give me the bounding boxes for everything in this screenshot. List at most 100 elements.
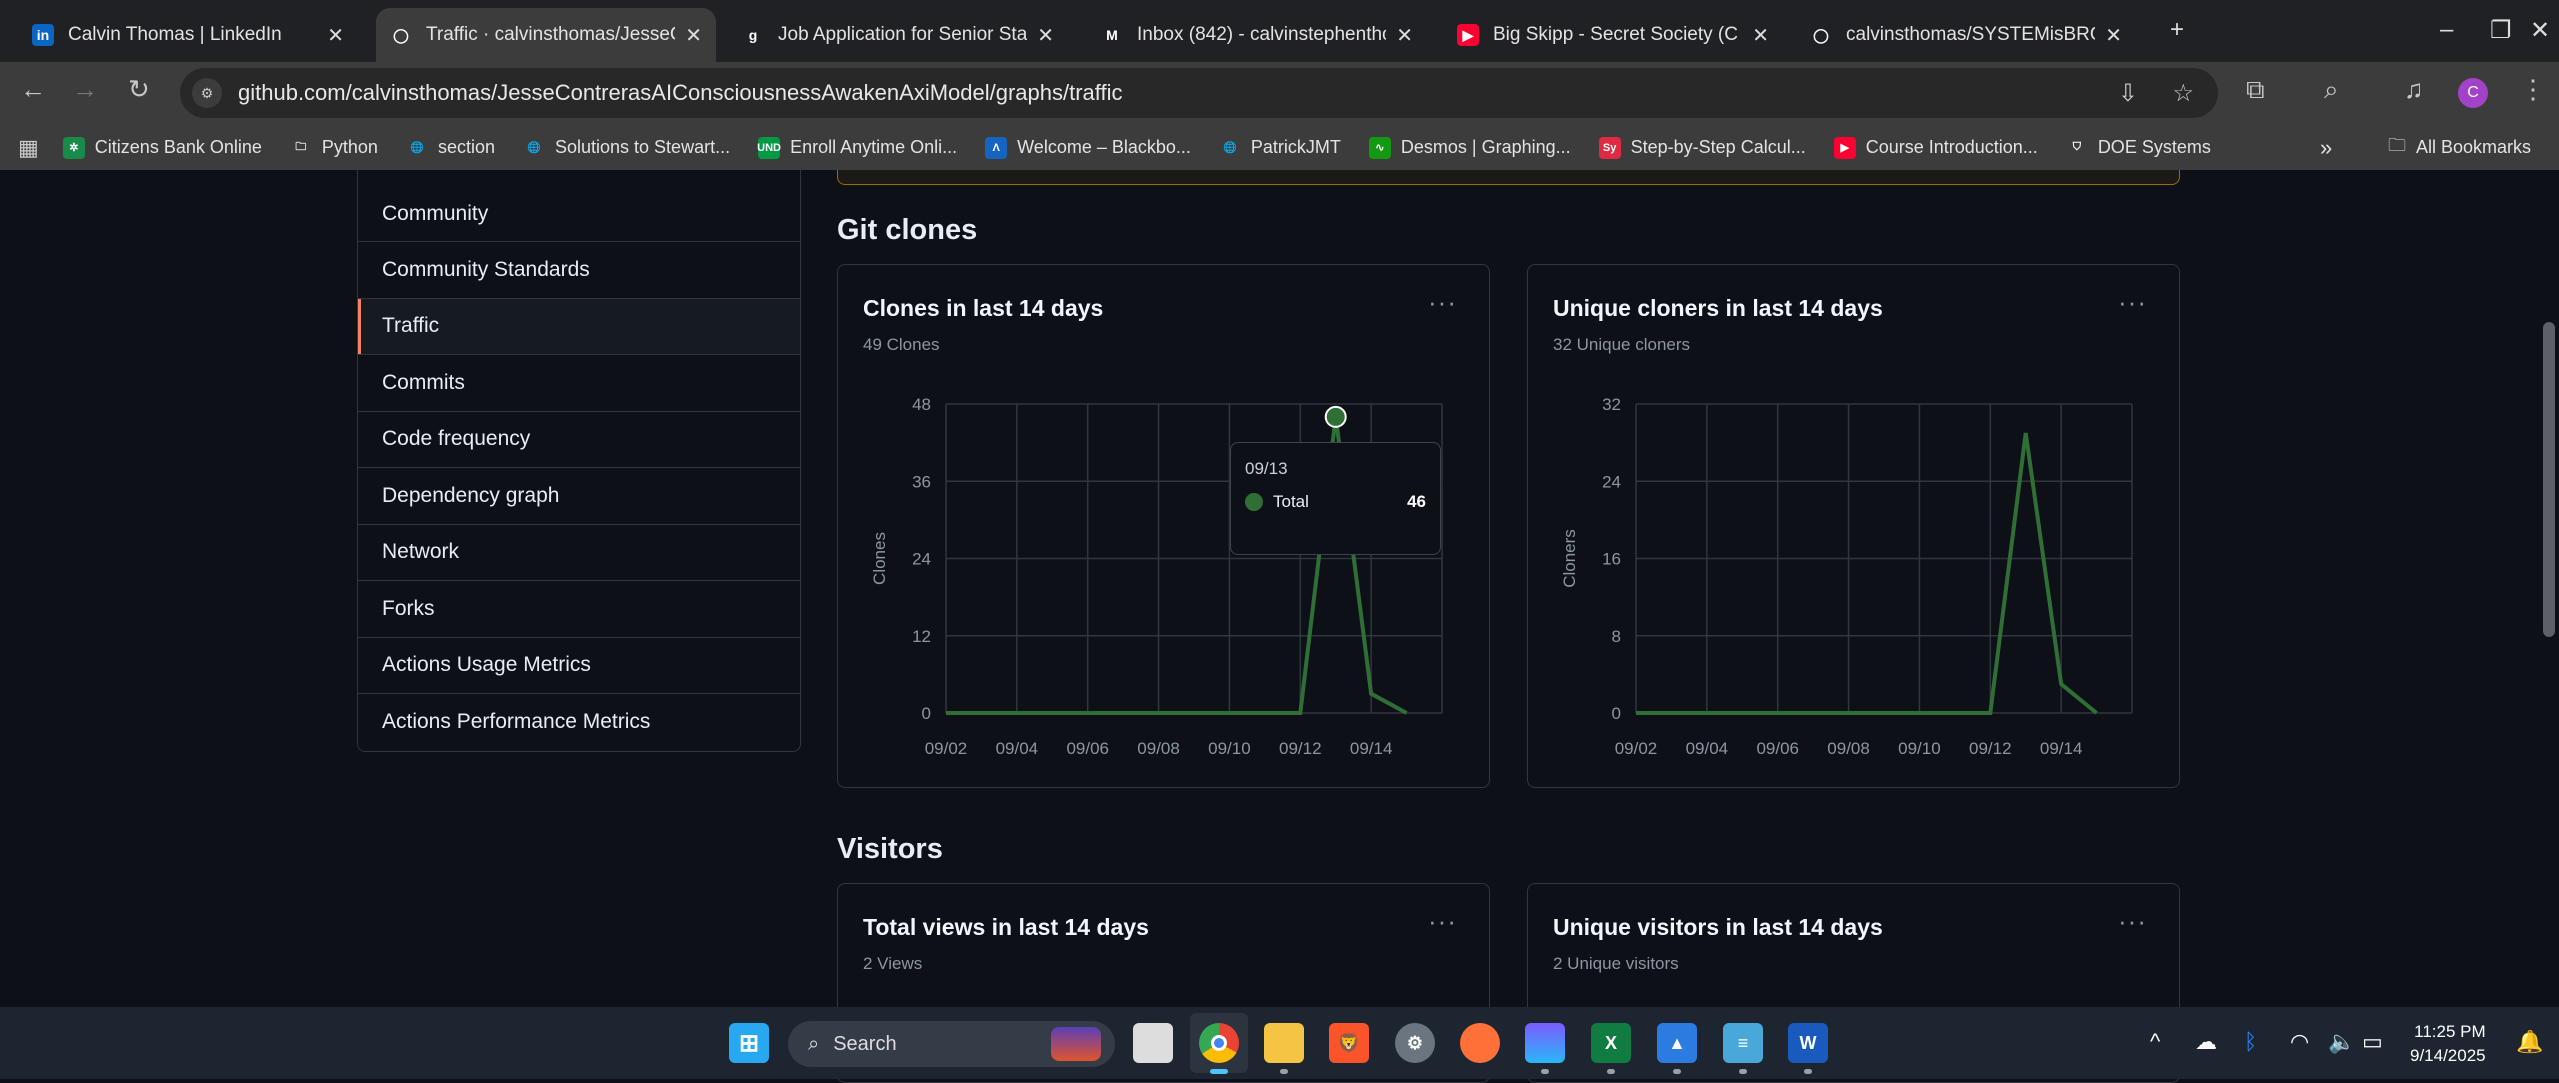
- data-point[interactable]: [1191, 710, 1197, 716]
- close-window-icon[interactable]: ✕: [2530, 16, 2550, 45]
- data-point[interactable]: [1014, 710, 1020, 716]
- data-point[interactable]: [2023, 430, 2029, 436]
- data-point[interactable]: [1156, 710, 1162, 716]
- browser-tab[interactable]: M Inbox (842) - calvinstephenthomas ✕: [1087, 8, 1427, 62]
- bookmark-item[interactable]: Λ Welcome – Blackbo...: [985, 136, 1191, 159]
- browser-tab[interactable]: ◯ calvinsthomas/SYSTEMisBROKEN ✕: [1796, 8, 2136, 62]
- start-windows-icon[interactable]: ⊞: [729, 1023, 769, 1063]
- data-point[interactable]: [1368, 691, 1374, 697]
- forward-icon[interactable]: →: [72, 74, 98, 105]
- reload-icon[interactable]: ↻: [128, 74, 150, 105]
- data-point[interactable]: [1297, 710, 1303, 716]
- bookmark-item[interactable]: 🌐 section: [406, 137, 495, 159]
- bookmark-item[interactable]: 🌐 PatrickJMT: [1219, 137, 1341, 159]
- more-options-icon[interactable]: ···: [2118, 906, 2147, 937]
- data-point[interactable]: [943, 710, 949, 716]
- taskbar-search[interactable]: ⌕ Search: [788, 1021, 1115, 1067]
- site-info-icon[interactable]: ⚙: [192, 78, 222, 108]
- data-point[interactable]: [1810, 710, 1816, 716]
- new-tab-icon[interactable]: +: [2170, 16, 2184, 44]
- profile-avatar[interactable]: C: [2458, 78, 2488, 108]
- data-point[interactable]: [1226, 710, 1232, 716]
- all-bookmarks[interactable]: 🗀 All Bookmarks: [2388, 133, 2531, 163]
- bookmark-item[interactable]: Sy Step-by-Step Calcul...: [1598, 136, 1806, 159]
- bookmark-item[interactable]: ▶ Course Introduction...: [1833, 136, 2038, 159]
- notification-bell-icon[interactable]: 🔔: [2516, 1029, 2543, 1055]
- sidebar-item-forks[interactable]: Forks: [358, 581, 800, 638]
- bookmark-item[interactable]: ✲ Citizens Bank Online: [62, 136, 262, 159]
- apps-grid-icon[interactable]: ▦: [18, 135, 39, 161]
- firefox-icon[interactable]: [1460, 1023, 1500, 1063]
- url-text[interactable]: github.com/calvinsthomas/JesseContrerasA…: [238, 80, 1123, 106]
- scrollbar-thumb[interactable]: [2543, 322, 2555, 637]
- close-tab-icon[interactable]: ✕: [685, 23, 702, 48]
- close-tab-icon[interactable]: ✕: [327, 23, 344, 48]
- data-point[interactable]: [1262, 710, 1268, 716]
- sidebar-item-community[interactable]: Community: [358, 170, 800, 242]
- sidebar-item-actions-performance-metrics[interactable]: Actions Performance Metrics: [358, 694, 800, 751]
- close-tab-icon[interactable]: ✕: [1037, 23, 1054, 48]
- data-point[interactable]: [1324, 405, 1347, 428]
- data-point[interactable]: [1633, 710, 1639, 716]
- bookmark-item[interactable]: UND Enroll Anytime Onli...: [757, 136, 957, 159]
- data-point[interactable]: [2094, 710, 2100, 716]
- data-point[interactable]: [1049, 710, 1055, 716]
- data-point[interactable]: [1846, 710, 1852, 716]
- more-options-icon[interactable]: ···: [1428, 906, 1457, 937]
- close-tab-icon[interactable]: ✕: [2105, 23, 2122, 48]
- brave-icon[interactable]: 🦁: [1329, 1023, 1369, 1063]
- close-tab-icon[interactable]: ✕: [1396, 23, 1413, 48]
- data-point[interactable]: [1952, 710, 1958, 716]
- sidebar-item-actions-usage-metrics[interactable]: Actions Usage Metrics: [358, 638, 800, 694]
- excel-icon[interactable]: X: [1591, 1023, 1631, 1063]
- back-icon[interactable]: ←: [20, 74, 46, 105]
- bookmark-item[interactable]: ⛉ DOE Systems: [2066, 137, 2211, 159]
- data-point[interactable]: [1120, 710, 1126, 716]
- media-icon[interactable]: ♫: [2404, 74, 2424, 105]
- sidebar-item-code-frequency[interactable]: Code frequency: [358, 412, 800, 468]
- bookmark-item[interactable]: 🗀 Python: [290, 137, 378, 159]
- restore-icon[interactable]: ❐: [2490, 16, 2512, 45]
- photos-icon[interactable]: ▲: [1657, 1023, 1697, 1063]
- task-view-icon[interactable]: [1133, 1023, 1173, 1063]
- address-bar[interactable]: ⚙ github.com/calvinsthomas/JesseContrera…: [180, 68, 2218, 118]
- more-bookmarks-icon[interactable]: »: [2320, 135, 2332, 161]
- data-point[interactable]: [1775, 710, 1781, 716]
- notepad-icon[interactable]: ≡: [1723, 1023, 1763, 1063]
- bluetooth-icon[interactable]: ᛒ: [2244, 1029, 2257, 1055]
- menu-icon[interactable]: ⋮: [2520, 74, 2546, 105]
- data-point[interactable]: [978, 710, 984, 716]
- data-point[interactable]: [1916, 710, 1922, 716]
- sidebar-item-commits[interactable]: Commits: [358, 355, 800, 412]
- sidebar-item-dependency-graph[interactable]: Dependency graph: [358, 468, 800, 525]
- close-tab-icon[interactable]: ✕: [1752, 23, 1769, 48]
- sidebar-item-network[interactable]: Network: [358, 525, 800, 581]
- chrome-icon[interactable]: [1199, 1023, 1239, 1063]
- wifi-icon[interactable]: ◠: [2290, 1029, 2309, 1055]
- bookmark-star-icon[interactable]: ☆: [2172, 79, 2194, 108]
- onedrive-icon[interactable]: ☁: [2195, 1029, 2217, 1055]
- data-point[interactable]: [2058, 681, 2064, 687]
- bookmark-item[interactable]: ∿ Desmos | Graphing...: [1368, 136, 1571, 159]
- sidebar-item-traffic[interactable]: Traffic: [358, 298, 800, 355]
- app-icon[interactable]: [1525, 1023, 1565, 1063]
- data-point[interactable]: [1881, 710, 1887, 716]
- clock[interactable]: 11:25 PM 9/14/2025: [2410, 1020, 2486, 1068]
- data-point[interactable]: [1704, 710, 1710, 716]
- data-point[interactable]: [1085, 710, 1091, 716]
- volume-icon[interactable]: 🔈: [2328, 1029, 2355, 1055]
- data-point[interactable]: [1404, 710, 1410, 716]
- extensions-icon[interactable]: ⧉: [2246, 74, 2265, 106]
- browser-tab[interactable]: ◯ Traffic · calvinsthomas/JesseContreras ✕: [376, 8, 716, 62]
- word-icon[interactable]: W: [1788, 1023, 1828, 1063]
- show-hidden-icons-icon[interactable]: ^: [2150, 1029, 2160, 1055]
- data-point[interactable]: [1987, 710, 1993, 716]
- search-tabs-icon[interactable]: ⌕: [2324, 74, 2339, 106]
- sidebar-item-community-standards[interactable]: Community Standards: [358, 242, 800, 299]
- browser-tab[interactable]: in Calvin Thomas | LinkedIn ✕: [18, 8, 358, 62]
- install-app-icon[interactable]: ⇩: [2118, 79, 2138, 108]
- browser-tab[interactable]: ▶ Big Skipp - Secret Society (C ✕: [1443, 8, 1783, 62]
- minimize-icon[interactable]: –: [2440, 16, 2453, 44]
- settings-icon[interactable]: ⚙: [1395, 1023, 1435, 1063]
- file-explorer-icon[interactable]: [1264, 1023, 1304, 1063]
